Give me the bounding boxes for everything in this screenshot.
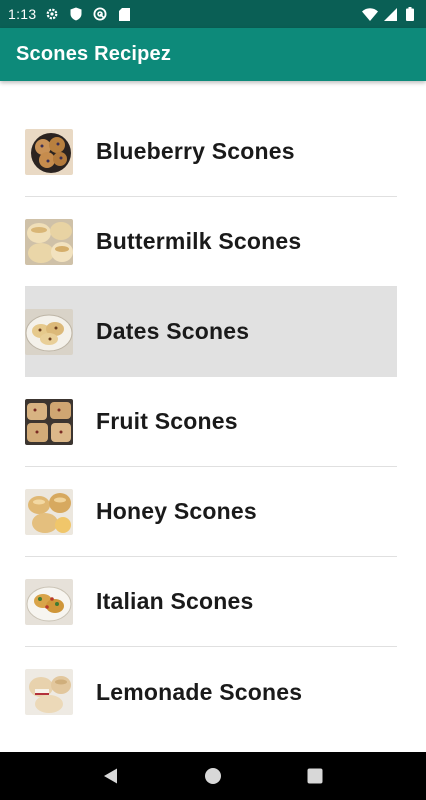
dates-scones-image [25,308,73,355]
list-item-blueberry-scones[interactable]: Blueberry Scones [25,107,397,197]
list-item-italian-scones[interactable]: Italian Scones [25,557,397,647]
app-bar: Scones Recipez [0,28,426,81]
navigation-bar [0,752,426,800]
status-time: 1:13 [8,6,37,22]
recipe-label: Fruit Scones [96,408,238,434]
blueberry-scones-image [25,128,73,175]
buttermilk-scones-image [25,218,73,265]
recipe-label: Buttermilk Scones [96,228,302,254]
recipe-label: Lemonade Scones [96,678,303,705]
back-button[interactable] [91,756,131,796]
list-item-fruit-scones[interactable]: Fruit Scones [25,377,397,467]
settings-gear-icon [44,6,60,22]
back-icon [102,767,120,785]
list-item-dates-scones[interactable]: Dates Scones [25,287,397,377]
honey-scones-image [25,488,73,535]
list-item-buttermilk-scones[interactable]: Buttermilk Scones [25,197,397,287]
recipe-label: Honey Scones [96,498,257,524]
shield-icon [68,6,84,22]
app-title: Scones Recipez [16,43,172,65]
recents-button[interactable] [295,756,335,796]
recipe-label: Blueberry Scones [96,138,295,164]
recipe-list: Blueberry Scones Buttermilk Scones Dates… [0,107,426,737]
lemonade-scones-image [25,669,73,715]
home-icon [204,767,222,785]
battery-icon [402,6,418,22]
at-sign-icon [92,6,108,22]
recipe-label: Italian Scones [96,588,254,614]
wifi-icon [362,6,378,22]
status-icons-right [362,6,418,22]
status-bar: 1:13 [0,0,426,28]
recents-icon [307,768,323,784]
italian-scones-image [25,578,73,625]
signal-icon [382,6,398,22]
status-icons-left [44,6,132,22]
recipe-label: Dates Scones [96,318,250,344]
list-item-lemonade-scones[interactable]: Lemonade Scones [25,647,397,737]
home-button[interactable] [193,756,233,796]
sd-card-icon [116,6,132,22]
fruit-scones-image [25,398,73,445]
list-item-honey-scones[interactable]: Honey Scones [25,467,397,557]
